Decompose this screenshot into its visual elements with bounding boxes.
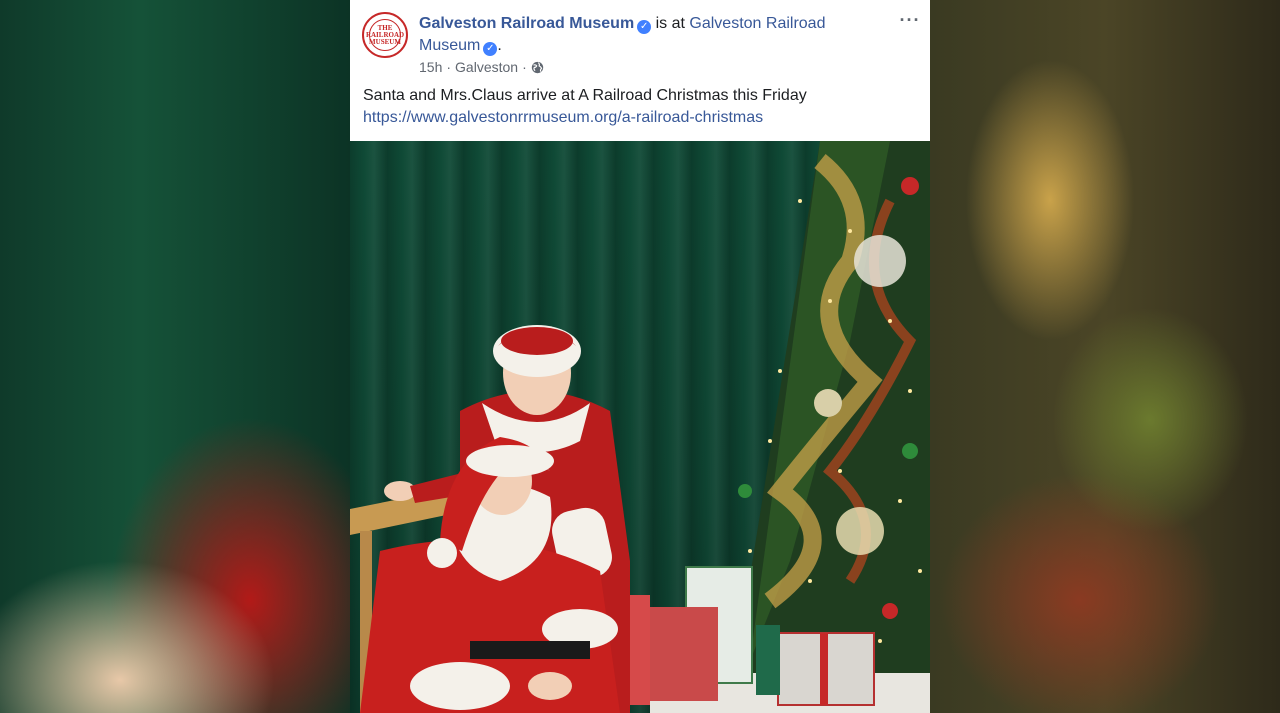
snowflake-ornament	[854, 235, 906, 287]
period-text: .	[497, 37, 502, 54]
verified-badge-icon: ✓	[637, 20, 652, 34]
gift-box	[648, 607, 718, 701]
ornament	[814, 389, 842, 417]
snowflake-ornament	[836, 507, 884, 555]
more-options-icon[interactable]: ···	[898, 10, 922, 30]
post-text: Santa and Mrs.Claus arrive at A Railroad…	[363, 87, 807, 104]
blurred-background-left	[0, 0, 350, 713]
globe-icon[interactable]	[531, 61, 544, 74]
post-photo[interactable]	[350, 141, 930, 713]
post-url-link[interactable]: https://www.galvestonrrmuseum.org/a-rail…	[363, 107, 763, 129]
ornament	[738, 484, 752, 498]
post-place[interactable]: Galveston	[455, 59, 518, 75]
page-avatar[interactable]: THE RAILROAD MUSEUM	[362, 12, 408, 58]
verified-badge-icon: ✓	[483, 42, 498, 56]
post-meta: 15h · Galveston ·	[419, 59, 544, 75]
ornament	[902, 443, 918, 459]
ornament	[901, 177, 919, 195]
post-time[interactable]: 15h	[419, 59, 442, 75]
meta-separator: ·	[522, 59, 527, 75]
facebook-post-card: THE RAILROAD MUSEUM Galveston Railroad Mus…	[350, 0, 930, 713]
ornament	[882, 603, 898, 619]
photo-illustration	[350, 141, 930, 713]
post-header: THE RAILROAD MUSEUM Galveston Railroad Mus…	[350, 0, 930, 140]
post-author-line: Galveston Railroad Museum ✓ is at Galvest…	[419, 13, 889, 57]
page-name-link[interactable]: Galveston Railroad Museum	[419, 15, 634, 32]
meta-separator: ·	[446, 59, 452, 75]
gift-box	[756, 625, 780, 695]
railroad-museum-logo: THE RAILROAD MUSEUM	[366, 19, 404, 51]
blurred-background-right	[930, 0, 1280, 713]
is-at-text: is at	[651, 15, 690, 32]
